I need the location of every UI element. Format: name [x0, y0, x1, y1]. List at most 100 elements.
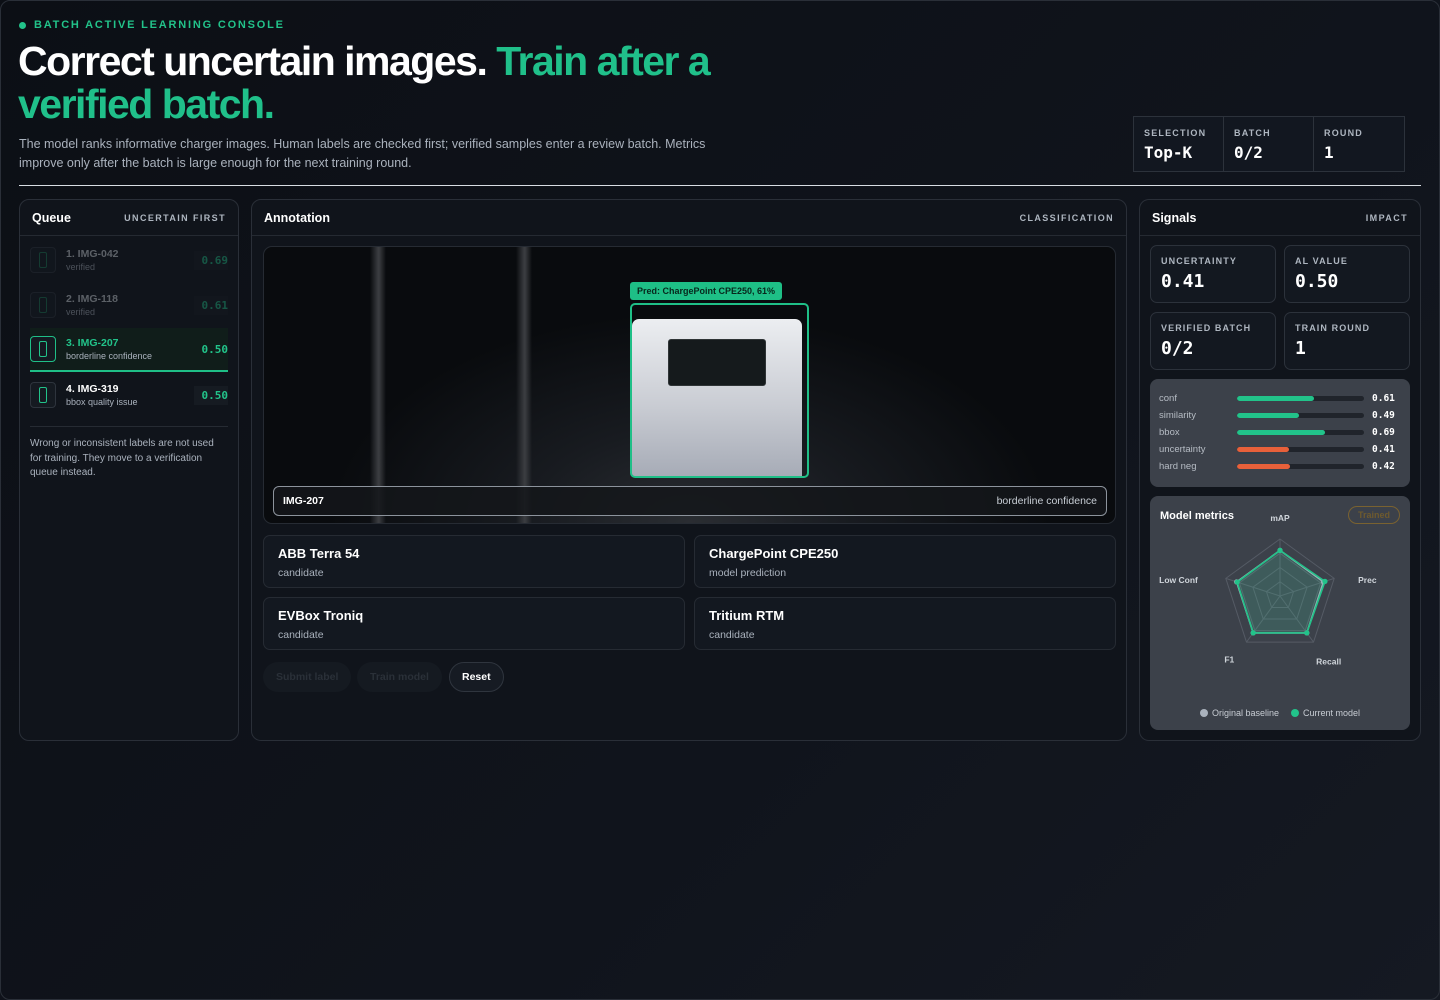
legend-swatch — [1199, 709, 1208, 717]
choice-name: EVBox Troniq — [278, 608, 364, 623]
page-subtitle: The model ranks informative charger imag… — [19, 137, 706, 170]
card-value: 0.50 — [1295, 271, 1339, 292]
metrics-title: Model metrics — [1160, 510, 1234, 522]
signal-bar-track — [1237, 430, 1364, 435]
signal-bar-row: similarity 0.49 — [1159, 407, 1400, 424]
queue-item[interactable]: 1. IMG-042 verified 0.69 — [30, 240, 228, 280]
queue-item[interactable]: 2. IMG-118 verified 0.61 — [30, 285, 228, 325]
charger-thumbnail-icon — [30, 382, 56, 408]
radar-current-point — [1250, 630, 1256, 636]
trained-badge: Trained — [1347, 506, 1400, 524]
radar-axis-label: mAP — [1270, 513, 1290, 523]
signal-bar-track — [1237, 447, 1364, 452]
queue-item-meta: borderline confidence — [66, 351, 153, 361]
legend-label: Current model — [1303, 708, 1361, 718]
queue-item[interactable]: 4. IMG-319 bbox quality issue 0.50 — [30, 375, 228, 415]
queue-item-selected[interactable]: 3. IMG-207 borderline confidence 0.50 — [30, 328, 228, 372]
signal-bar-track — [1237, 413, 1364, 418]
legend-label: Original baseline — [1211, 708, 1279, 718]
signal-bar-fill — [1237, 413, 1300, 418]
annotation-tag: CLASSIFICATION — [1019, 212, 1114, 223]
signal-bar-row: uncertainty 0.41 — [1159, 441, 1400, 458]
label-choice-chargepoint[interactable]: ChargePoint CPE250 model prediction — [694, 535, 1116, 588]
signal-bar-fill — [1237, 430, 1325, 435]
annotation-title: Annotation — [264, 210, 330, 225]
label-choice-abb[interactable]: ABB Terra 54 candidate — [263, 535, 685, 588]
signal-bar-row: conf 0.61 — [1159, 390, 1400, 407]
image-caption: IMG-207 borderline confidence — [273, 486, 1107, 516]
card-label: UNCERTAINTY — [1161, 256, 1237, 266]
queue-item-meta: bbox quality issue — [66, 397, 138, 407]
eyebrow: BATCH ACTIVE LEARNING CONSOLE — [19, 19, 285, 31]
signal-bar-fill — [1237, 396, 1315, 401]
signal-bar-label: bbox — [1159, 427, 1180, 438]
stat-label: SELECTION — [1144, 128, 1207, 138]
card-value: 0.41 — [1161, 271, 1205, 292]
choice-sub: candidate — [278, 629, 324, 641]
prediction-tag: Pred: ChargePoint CPE250, 61% — [630, 282, 783, 300]
image-viewer[interactable]: Pred: ChargePoint CPE250, 61% IMG-207 bo… — [263, 246, 1116, 524]
annotation-header: Annotation CLASSIFICATION — [252, 200, 1126, 236]
bounding-box[interactable] — [630, 303, 809, 478]
signal-bar-value: 0.61 — [1372, 393, 1395, 404]
card-label: TRAIN ROUND — [1295, 323, 1371, 333]
image-reason: borderline confidence — [996, 495, 1097, 507]
signal-bars: conf 0.61 similarity 0.49 bbox 0.69 uncertaint… — [1150, 379, 1410, 487]
train-round-card: TRAIN ROUND 1 — [1284, 312, 1410, 370]
charger-thumbnail-icon — [30, 292, 56, 318]
stat-value: 0/2 — [1234, 143, 1263, 162]
queue-header: Queue UNCERTAIN FIRST — [20, 200, 238, 236]
signal-bar-value: 0.41 — [1372, 444, 1395, 455]
stat-label: BATCH — [1234, 128, 1271, 138]
card-value: 0/2 — [1161, 338, 1194, 359]
queue-tag: UNCERTAIN FIRST — [124, 212, 226, 223]
queue-divider — [30, 426, 228, 427]
queue-item-name: 3. IMG-207 — [66, 337, 119, 349]
signal-bar-fill — [1237, 447, 1290, 452]
stat-batch: BATCH 0/2 — [1224, 117, 1314, 171]
charger-thumbnail-icon — [30, 336, 56, 362]
signal-bar-value: 0.69 — [1372, 427, 1395, 438]
choice-sub: model prediction — [709, 567, 787, 579]
signal-bar-track — [1237, 464, 1364, 469]
signal-bar-row: bbox 0.69 — [1159, 424, 1400, 441]
choice-name: ABB Terra 54 — [278, 546, 360, 561]
queue-item-meta: verified — [66, 307, 96, 317]
verified-batch-card: VERIFIED BATCH 0/2 — [1150, 312, 1276, 370]
annotation-panel: Annotation CLASSIFICATION Pred: ChargePo… — [251, 199, 1127, 741]
eyebrow-label: BATCH ACTIVE LEARNING CONSOLE — [34, 19, 285, 31]
label-choice-tritium[interactable]: Tritium RTM candidate — [694, 597, 1116, 650]
train-model-button[interactable]: Train model — [357, 662, 442, 692]
queue-item-name: 4. IMG-319 — [66, 383, 119, 395]
reset-button[interactable]: Reset — [449, 662, 504, 692]
signal-bar-row: hard neg 0.42 — [1159, 458, 1400, 475]
radar-current-point — [1304, 630, 1310, 636]
card-value: 1 — [1295, 338, 1306, 359]
page-title: Correct uncertain images. Train after a … — [18, 40, 818, 126]
signal-bar-label: uncertainty — [1159, 444, 1206, 455]
choice-name: ChargePoint CPE250 — [709, 546, 839, 561]
choice-name: Tritium RTM — [709, 608, 785, 623]
queue-item-score: 0.61 — [193, 295, 228, 315]
radar-current-point — [1322, 578, 1328, 584]
queue-panel: Queue UNCERTAIN FIRST 1. IMG-042 verified… — [19, 199, 239, 741]
stats-strip: SELECTION Top-K BATCH 0/2 ROUND 1 — [1133, 116, 1405, 172]
signal-bar-label: conf — [1159, 393, 1177, 404]
choice-sub: candidate — [278, 567, 324, 579]
signals-tag: IMPACT — [1365, 212, 1408, 223]
radar-current — [1236, 549, 1326, 634]
radar-axis-label: F1 — [1224, 655, 1234, 665]
status-dot-icon — [19, 21, 26, 29]
card-label: VERIFIED BATCH — [1161, 323, 1252, 333]
queue-note: Wrong or inconsistent labels are not use… — [30, 438, 214, 478]
submit-label-button[interactable]: Submit label — [263, 662, 352, 692]
signal-bar-value: 0.49 — [1372, 410, 1395, 421]
signal-bar-label: similarity — [1159, 410, 1196, 421]
background-pillar — [370, 247, 386, 523]
signal-bar-track — [1237, 396, 1364, 401]
queue-item-score: 0.69 — [193, 250, 228, 270]
label-choice-evbox[interactable]: EVBox Troniq candidate — [263, 597, 685, 650]
stat-value: 1 — [1324, 143, 1334, 162]
signals-header: Signals IMPACT — [1140, 200, 1420, 236]
al-value-card: AL VALUE 0.50 — [1284, 245, 1410, 303]
